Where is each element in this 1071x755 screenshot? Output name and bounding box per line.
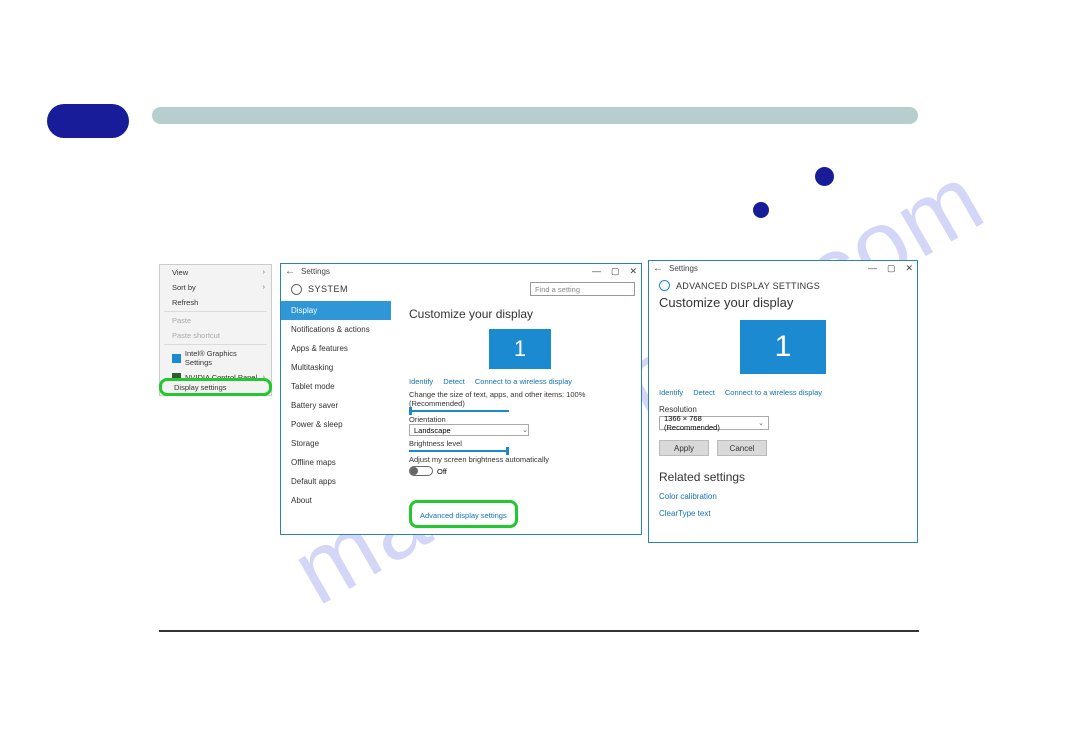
ctx-paste-shortcut: Paste shortcut [160, 328, 271, 343]
cleartype-link[interactable]: ClearType text [659, 509, 907, 518]
window-title: Settings [301, 267, 330, 276]
intel-icon [172, 354, 181, 363]
gear-icon [659, 280, 670, 291]
separator [164, 344, 267, 345]
sidebar-item-power-sleep[interactable]: Power & sleep [281, 415, 391, 434]
advanced-header-label: ADVANCED DISPLAY SETTINGS [676, 281, 820, 291]
ctx-sort-by[interactable]: Sort by › [160, 280, 271, 295]
display-thumbnail[interactable]: 1 [740, 320, 826, 374]
window-titlebar: ← Settings — ▢ ✕ [281, 264, 641, 279]
color-calibration-link[interactable]: Color calibration [659, 492, 907, 501]
ctx-intel-graphics[interactable]: Intel® Graphics Settings [160, 346, 271, 370]
system-header: SYSTEM Find a setting [281, 279, 641, 301]
window-minimize-button[interactable]: — [868, 263, 877, 274]
ctx-intel-label: Intel® Graphics Settings [185, 349, 265, 367]
sidebar-item-storage[interactable]: Storage [281, 434, 391, 453]
related-settings-heading: Related settings [659, 470, 907, 484]
desktop-context-menu: View › Sort by › Refresh Paste Paste sho… [159, 264, 272, 396]
resolution-dropdown[interactable]: 1366 × 768 (Recommended) ⌄ [659, 416, 769, 430]
settings-window: ← Settings — ▢ ✕ SYSTEM Find a setting D… [280, 263, 642, 535]
ctx-paste-label: Paste [172, 316, 191, 325]
sidebar-item-offline-maps[interactable]: Offline maps [281, 453, 391, 472]
search-input[interactable]: Find a setting [530, 282, 635, 296]
window-minimize-button[interactable]: — [592, 266, 601, 277]
ctx-display-label: Display settings [174, 383, 227, 392]
ctx-paste: Paste [160, 313, 271, 328]
separator [164, 311, 267, 312]
window-titlebar: ← Settings — ▢ ✕ [649, 261, 917, 276]
advanced-heading: Customize your display [659, 295, 907, 310]
window-title: Settings [669, 264, 698, 273]
advanced-content: Customize your display 1 Identify Detect… [649, 295, 917, 518]
system-label: SYSTEM [308, 284, 348, 294]
display-thumbnail[interactable]: 1 [489, 329, 551, 369]
settings-sidebar: Display Notifications & actions Apps & f… [281, 301, 391, 534]
settings-content: Customize your display 1 Identify Detect… [391, 301, 641, 534]
advanced-header: ADVANCED DISPLAY SETTINGS [649, 276, 917, 295]
callout-dot [753, 202, 769, 218]
ctx-display-settings[interactable]: Display settings [159, 378, 272, 396]
window-close-button[interactable]: ✕ [629, 266, 637, 277]
connect-wireless-link[interactable]: Connect to a wireless display [475, 377, 572, 386]
brightness-slider[interactable] [409, 450, 509, 452]
orientation-label: Orientation [409, 415, 631, 424]
detect-link[interactable]: Detect [443, 377, 465, 386]
resolution-value: 1366 × 768 (Recommended) [664, 414, 758, 432]
resolution-label: Resolution [659, 405, 907, 414]
sidebar-item-about[interactable]: About [281, 491, 391, 510]
chevron-right-icon: › [263, 269, 265, 276]
ctx-sort-label: Sort by [172, 283, 196, 292]
orientation-value: Landscape [414, 426, 451, 435]
identify-link[interactable]: Identify [659, 388, 683, 397]
ctx-refresh-label: Refresh [172, 298, 198, 307]
orientation-dropdown[interactable]: Landscape ⌄ [409, 424, 529, 436]
ctx-refresh[interactable]: Refresh [160, 295, 271, 310]
brightness-label: Brightness level [409, 439, 631, 448]
auto-brightness-label: Adjust my screen brightness automaticall… [409, 455, 631, 464]
accent-pill [47, 104, 129, 138]
sidebar-item-default-apps[interactable]: Default apps [281, 472, 391, 491]
advanced-display-settings-link[interactable]: Advanced display settings [409, 500, 518, 528]
ctx-view-label: View [172, 268, 188, 277]
back-button[interactable]: ← [653, 263, 663, 274]
cancel-button[interactable]: Cancel [717, 440, 767, 456]
sidebar-item-apps-features[interactable]: Apps & features [281, 339, 391, 358]
ctx-paste-shortcut-label: Paste shortcut [172, 331, 220, 340]
chevron-down-icon: ⌄ [522, 426, 528, 434]
apply-button[interactable]: Apply [659, 440, 709, 456]
window-close-button[interactable]: ✕ [905, 263, 913, 274]
back-button[interactable]: ← [285, 266, 295, 277]
ctx-view[interactable]: View › [160, 265, 271, 280]
window-maximize-button[interactable]: ▢ [611, 266, 620, 277]
advanced-link-label: Advanced display settings [420, 511, 507, 520]
sidebar-item-battery-saver[interactable]: Battery saver [281, 396, 391, 415]
auto-brightness-toggle[interactable] [409, 466, 433, 476]
search-placeholder: Find a setting [535, 285, 580, 294]
chevron-down-icon: ⌄ [758, 419, 764, 427]
advanced-display-window: ← Settings — ▢ ✕ ADVANCED DISPLAY SETTIN… [648, 260, 918, 543]
accent-bar [152, 107, 918, 124]
chevron-right-icon: › [263, 284, 265, 291]
identify-link[interactable]: Identify [409, 377, 433, 386]
sidebar-item-notifications[interactable]: Notifications & actions [281, 320, 391, 339]
callout-dot [815, 167, 834, 186]
gear-icon [291, 284, 302, 295]
sidebar-item-multitasking[interactable]: Multitasking [281, 358, 391, 377]
content-heading: Customize your display [409, 307, 631, 321]
page-divider [159, 630, 919, 632]
toggle-state-label: Off [437, 467, 447, 476]
scale-caption: Change the size of text, apps, and other… [409, 390, 631, 408]
detect-link[interactable]: Detect [693, 388, 715, 397]
sidebar-item-tablet-mode[interactable]: Tablet mode [281, 377, 391, 396]
connect-wireless-link[interactable]: Connect to a wireless display [725, 388, 822, 397]
window-maximize-button[interactable]: ▢ [887, 263, 896, 274]
scale-slider[interactable] [409, 410, 509, 412]
sidebar-item-display[interactable]: Display [281, 301, 391, 320]
